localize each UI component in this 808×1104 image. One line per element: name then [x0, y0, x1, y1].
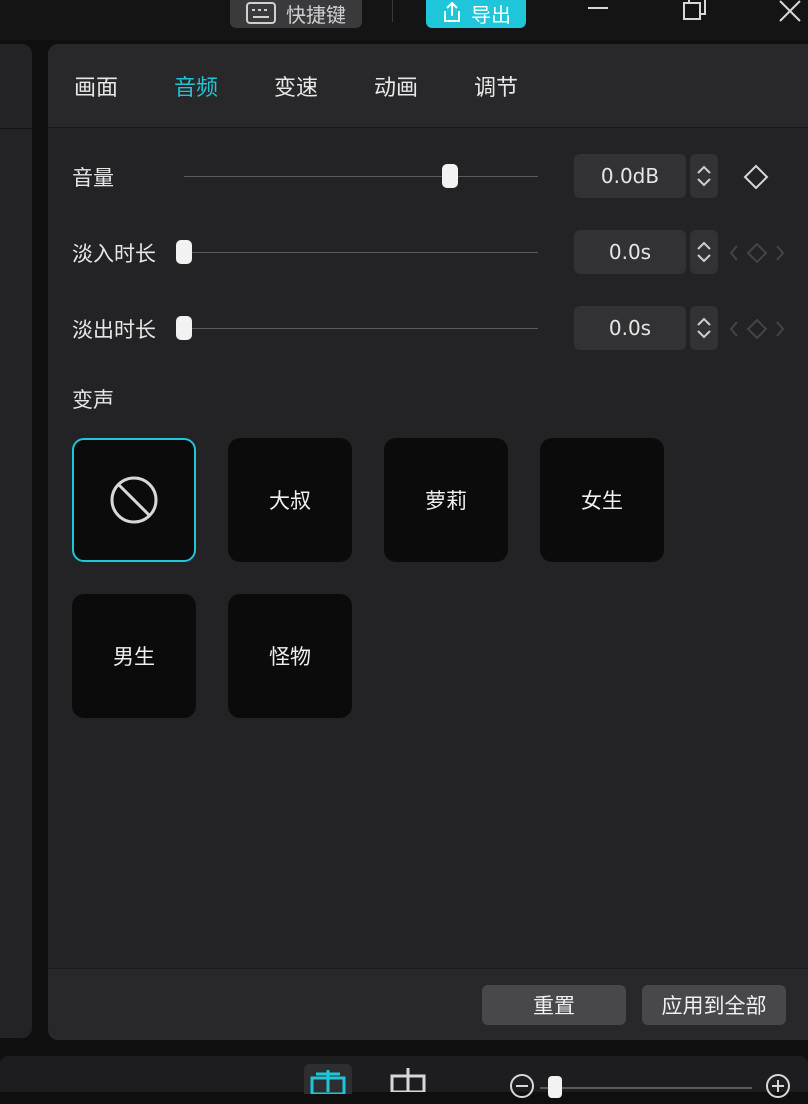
volume-slider-handle[interactable]: [442, 164, 458, 188]
fade-in-label: 淡入时长: [72, 242, 156, 266]
panel-footer: 重置 应用到全部: [48, 968, 808, 1040]
tab-picture[interactable]: 画面: [74, 70, 118, 102]
snap-icon: [310, 1070, 346, 1096]
keyframe-nav-icon: [729, 242, 785, 264]
minimize-icon: [588, 7, 608, 9]
left-panel: [0, 44, 32, 1038]
topbar-divider: [392, 0, 393, 22]
maximize-icon: [683, 0, 706, 20]
audio-properties-panel: 画面 音频 变速 动画 调节 音量 0.0dB 淡入时长 0.0s 淡出时长 0…: [48, 44, 808, 1040]
tab-bar: 画面 音频 变速 动画 调节: [48, 44, 808, 128]
zoom-slider[interactable]: [540, 1087, 752, 1089]
fade-in-stepper[interactable]: [690, 230, 718, 274]
keyframe-diamond-icon: [743, 164, 769, 190]
volume-stepper[interactable]: [690, 154, 718, 198]
fade-in-slider[interactable]: [184, 252, 538, 253]
magnet-toggle[interactable]: [304, 1064, 352, 1096]
zoom-in-icon: [766, 1074, 790, 1098]
export-button[interactable]: 导出: [426, 0, 526, 28]
fade-out-keyframe-controls: [728, 316, 786, 346]
zoom-out-button[interactable]: [508, 1072, 536, 1104]
volume-keyframe-button[interactable]: [742, 164, 770, 194]
preset-monster[interactable]: 怪物: [228, 594, 352, 718]
chevron-up-icon: [697, 241, 711, 250]
chevron-up-icon: [697, 317, 711, 326]
shortcut-label: 快捷键: [286, 2, 346, 27]
tab-animation[interactable]: 动画: [374, 70, 418, 102]
preset-none[interactable]: [72, 438, 196, 562]
close-icon: [779, 0, 801, 22]
volume-slider[interactable]: [184, 176, 538, 177]
preset-female[interactable]: 女生: [540, 438, 664, 562]
split-button[interactable]: [388, 1064, 428, 1096]
keyboard-icon: [246, 2, 276, 24]
volume-input[interactable]: 0.0dB: [574, 154, 686, 198]
fade-out-slider[interactable]: [184, 328, 538, 329]
chevron-down-icon: [697, 178, 711, 187]
chevron-down-icon: [697, 330, 711, 339]
preset-uncle[interactable]: 大叔: [228, 438, 352, 562]
zoom-in-button[interactable]: [764, 1072, 792, 1104]
voice-change-title: 变声: [72, 388, 114, 412]
zoom-out-icon: [510, 1074, 534, 1098]
fade-in-input[interactable]: 0.0s: [574, 230, 686, 274]
preset-male[interactable]: 男生: [72, 594, 196, 718]
export-label: 导出: [471, 2, 511, 27]
zoom-slider-handle[interactable]: [548, 1076, 562, 1098]
fade-in-slider-handle[interactable]: [176, 240, 192, 264]
export-icon: [444, 2, 460, 22]
tab-audio[interactable]: 音频: [174, 70, 218, 102]
left-panel-divider: [0, 128, 32, 129]
apply-to-all-button[interactable]: 应用到全部: [642, 985, 786, 1025]
chevron-up-icon: [697, 165, 711, 174]
reset-button[interactable]: 重置: [482, 985, 626, 1025]
close-button[interactable]: [770, 0, 808, 26]
fade-out-label: 淡出时长: [72, 318, 156, 342]
keyframe-nav-icon: [729, 318, 785, 340]
fade-in-keyframe-controls: [728, 240, 786, 270]
tab-adjust[interactable]: 调节: [474, 70, 518, 102]
volume-label: 音量: [72, 166, 114, 190]
fade-out-slider-handle[interactable]: [176, 316, 192, 340]
preset-loli[interactable]: 萝莉: [384, 438, 508, 562]
chevron-down-icon: [697, 254, 711, 263]
shortcut-button[interactable]: 快捷键: [230, 0, 362, 28]
tab-speed[interactable]: 变速: [274, 70, 318, 102]
minimize-button[interactable]: [578, 0, 618, 26]
no-effect-icon: [110, 476, 158, 524]
fade-out-input[interactable]: 0.0s: [574, 306, 686, 350]
split-icon: [390, 1068, 426, 1094]
maximize-button[interactable]: [674, 0, 714, 26]
fade-out-stepper[interactable]: [690, 306, 718, 350]
